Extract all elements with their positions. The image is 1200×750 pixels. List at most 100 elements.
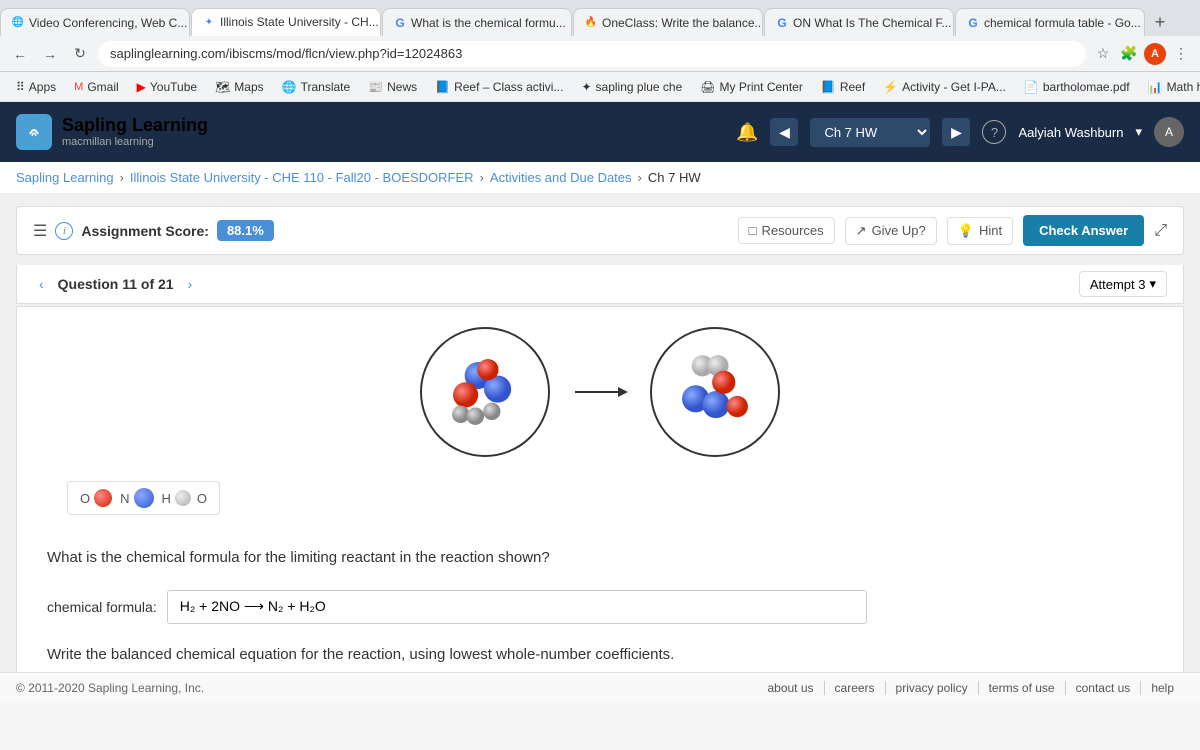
bookmark-apps[interactable]: ⠿ Apps [8,77,64,97]
toolbar-left: ☰ i Assignment Score: 88.1% [33,220,274,241]
oxygen-atom-icon [94,489,112,507]
legend: O N H O [67,481,220,515]
forward-button[interactable]: → [38,42,62,66]
sapling-logo: Sapling Learning macmillan learning [16,114,736,150]
addr-icons: ☆ 🧩 A ⋮ [1092,43,1192,65]
next-question-button[interactable]: › [182,274,199,294]
bookmark-sapling-che[interactable]: ✦ sapling plue che [573,77,690,97]
product-molecule [650,327,780,457]
prev-chapter-button[interactable]: ◀ [770,118,798,146]
balanced-eq-text: Write the balanced chemical equation for… [47,644,1153,667]
user-dropdown-icon[interactable]: ▾ [1135,124,1142,140]
fullscreen-button[interactable]: ⤢ [1154,222,1167,240]
breadcrumb-current: Ch 7 HW [648,170,701,185]
footer-careers[interactable]: careers [825,681,886,695]
footer-contact[interactable]: contact us [1066,681,1142,695]
oxygen-label: O [80,491,90,506]
tab-icon-oneclass: 🔥 [584,16,598,30]
resources-icon: □ [749,223,757,238]
bookmark-reef[interactable]: 📘 Reef – Class activi... [427,77,571,97]
bookmark-reef2[interactable]: 📘 Reef [813,77,873,97]
footer-help[interactable]: help [1141,681,1184,695]
resources-button[interactable]: □ Resources [738,217,835,244]
browser-chrome: 🌐 Video Conferencing, Web C... × ✦ Illin… [0,0,1200,102]
tab-sapling[interactable]: ✦ Illinois State University - CH... × [191,8,381,36]
reaction-arrow [570,377,630,407]
user-avatar[interactable]: A [1154,117,1184,147]
sapling-che-icon: ✦ [581,80,591,94]
reactant-svg [422,327,548,457]
bookmark-activity-label: Activity - Get I-PA... [902,80,1006,94]
reef-icon: 📘 [435,80,450,94]
bookmark-bartholomae[interactable]: 📄 bartholomae.pdf [1016,77,1138,97]
chapter-select[interactable]: Ch 7 HW [810,118,930,147]
math-icon: 📊 [1148,80,1163,94]
extension-icon[interactable]: 🧩 [1118,43,1140,65]
next-chapter-button[interactable]: ▶ [942,118,970,146]
logo-subtitle: macmillan learning [62,136,208,148]
bookmark-gmail[interactable]: M Gmail [66,77,127,97]
breadcrumb: Sapling Learning › Illinois State Univer… [0,162,1200,194]
tab-icon-sapling: ✦ [202,15,216,29]
tab-chemical[interactable]: G What is the chemical formu... × [382,8,572,36]
hamburger-icon[interactable]: ☰ [33,221,47,241]
print-icon: 🖨 [700,80,715,94]
bookmark-apps-label: Apps [29,80,56,94]
profile-avatar[interactable]: A [1144,43,1166,65]
bookmark-print-center[interactable]: 🖨 My Print Center [692,77,811,97]
address-input[interactable] [98,41,1086,67]
reactant-molecule [420,327,550,457]
bookmarks-bar: ⠿ Apps M Gmail ▶ YouTube 🗺 Maps 🌐 Transl… [0,72,1200,102]
tab-video[interactable]: 🌐 Video Conferencing, Web C... × [0,8,190,36]
user-name[interactable]: Aalyiah Washburn [1018,125,1123,140]
hint-icon: 💡 [958,223,974,239]
give-up-label: Give Up? [872,223,926,238]
give-up-button[interactable]: ↗ Give Up? [845,217,937,245]
tab-label-oneclass: OneClass: Write the balance... [602,16,763,30]
tab-formula-table[interactable]: G chemical formula table - Go... × [955,8,1145,36]
footer-about[interactable]: about us [757,681,824,695]
arrow-svg [570,377,630,407]
tab-icon-formula-table: G [966,16,980,30]
menu-dots-icon[interactable]: ⋮ [1170,43,1192,65]
sapling-header: Sapling Learning macmillan learning 🔔 ◀ … [0,102,1200,162]
product-svg [652,327,778,457]
formula-input[interactable] [167,590,867,624]
breadcrumb-isu[interactable]: Illinois State University - CHE 110 - Fa… [130,170,474,185]
bookmark-math-help[interactable]: 📊 Math help [1140,77,1200,97]
back-button[interactable]: ← [8,42,32,66]
info-icon[interactable]: i [55,222,73,240]
footer-privacy[interactable]: privacy policy [886,681,979,695]
prev-question-button[interactable]: ‹ [33,274,50,294]
bookmark-activity[interactable]: ⚡ Activity - Get I-PA... [875,77,1014,97]
attempt-button[interactable]: Attempt 3 ▾ [1079,271,1167,297]
app-wrapper: Sapling Learning macmillan learning 🔔 ◀ … [0,102,1200,672]
bookmark-news[interactable]: 📰 News [360,77,425,97]
bookmark-translate[interactable]: 🌐 Translate [274,77,359,97]
tab-oneclass[interactable]: 🔥 OneClass: Write the balance... × [573,8,763,36]
translate-icon: 🌐 [282,80,297,94]
formula-row: chemical formula: [47,590,1153,624]
bookmark-maps[interactable]: 🗺 Maps [207,77,272,97]
formula-label: chemical formula: [47,599,157,615]
chapter-nav-arrows: ◀ [770,118,798,146]
notification-bell-icon[interactable]: 🔔 [736,122,758,143]
bookmark-youtube[interactable]: ▶ YouTube [129,77,205,97]
footer-terms[interactable]: terms of use [979,681,1066,695]
header-right: 🔔 ◀ Ch 7 HW ▶ ? Aalyiah Washburn ▾ A [736,117,1184,147]
tab-icon-video: 🌐 [11,16,25,30]
hint-button[interactable]: 💡 Hint [947,217,1013,245]
reload-button[interactable]: ↻ [68,42,92,66]
tab-on[interactable]: G ON What Is The Chemical F... × [764,8,954,36]
bookmark-translate-label: Translate [301,80,351,94]
breadcrumb-sep-1: › [120,170,124,185]
check-answer-button[interactable]: Check Answer [1023,215,1144,246]
new-tab-button[interactable]: + [1146,8,1174,36]
help-icon[interactable]: ? [982,120,1006,144]
bookmark-star-icon[interactable]: ☆ [1092,43,1114,65]
legend-hydrogen: H O [162,490,208,506]
bartholomae-icon: 📄 [1024,80,1039,94]
footer-links: about us careers privacy policy terms of… [757,681,1184,695]
breadcrumb-activities[interactable]: Activities and Due Dates [490,170,632,185]
breadcrumb-sapling[interactable]: Sapling Learning [16,170,114,185]
